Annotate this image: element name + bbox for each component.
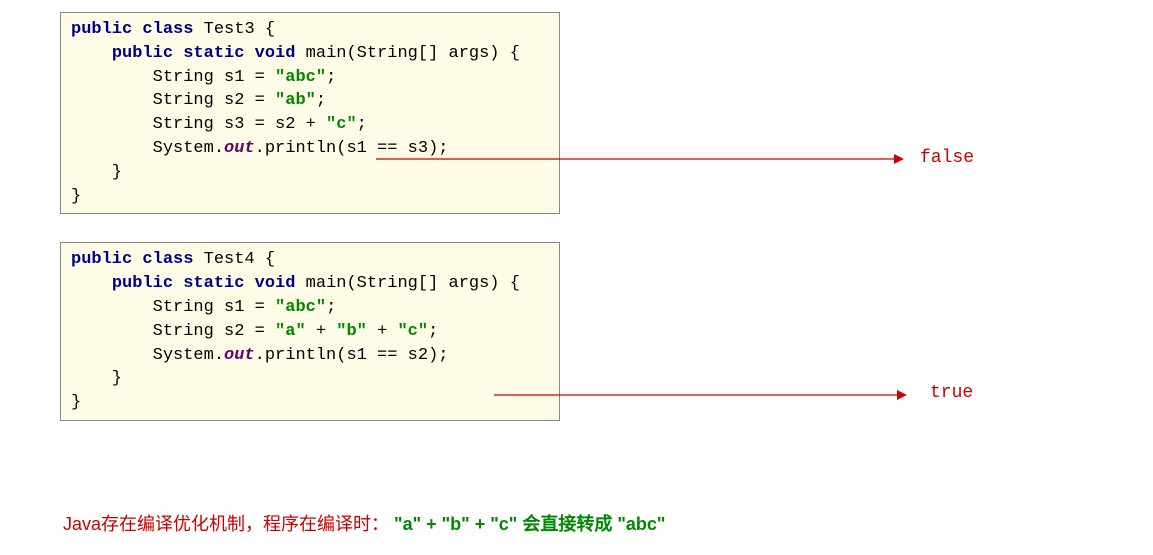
keyword-class: class — [142, 250, 193, 269]
string-literal: "ab" — [275, 91, 316, 110]
code-text: main(String[] args) { — [295, 44, 519, 63]
code-text: String s2 = — [71, 91, 275, 110]
result-label-false: false — [920, 148, 974, 168]
keyword-void: void — [255, 44, 296, 63]
footer-literal-abc: "abc" — [617, 514, 665, 534]
footer-text-g: 会直接转成 — [517, 514, 617, 534]
string-literal: "abc" — [275, 68, 326, 87]
arrow-line-2 — [494, 388, 909, 402]
code-text: System. — [71, 139, 224, 158]
footer-literal-c: "c" — [490, 514, 517, 534]
code-text: main(String[] args) { — [295, 274, 519, 293]
out-field: out — [224, 346, 255, 365]
keyword-void: void — [255, 274, 296, 293]
keyword-public: public — [71, 20, 132, 39]
code-block-test3: public class Test3 { public static void … — [60, 12, 560, 214]
out-field: out — [224, 139, 255, 158]
string-literal: "abc" — [275, 298, 326, 317]
footer-literal-a: "a" — [394, 514, 421, 534]
footer-note: Java存在编译优化机制，程序在编译时： "a" + "b" + "c" 会直接… — [63, 510, 665, 536]
code-text: String s2 = — [71, 322, 275, 341]
content-container: public class Test3 { public static void … — [60, 12, 560, 421]
code-block-test4: public class Test4 { public static void … — [60, 242, 560, 421]
code-text: } — [71, 369, 122, 388]
footer-text-a: Java存在编译优化机制，程序在编译时： — [63, 514, 394, 534]
footer-literal-b: "b" — [442, 514, 470, 534]
code-text: String s1 = — [71, 68, 275, 87]
code-text: String s3 = s2 + — [71, 115, 326, 134]
string-literal: "c" — [397, 322, 428, 341]
code-text: System. — [71, 346, 224, 365]
code-text: } — [71, 393, 81, 412]
string-literal: "b" — [336, 322, 367, 341]
code-text: Test4 { — [193, 250, 275, 269]
code-text: String s1 = — [71, 298, 275, 317]
result-label-true: true — [930, 383, 973, 403]
code-text: } — [71, 187, 81, 206]
code-text: } — [71, 163, 122, 182]
code-text: .println(s1 == s2); — [255, 346, 449, 365]
keyword-public: public — [112, 44, 173, 63]
keyword-static: static — [183, 274, 244, 293]
keyword-static: static — [183, 44, 244, 63]
string-literal: "a" — [275, 322, 306, 341]
keyword-public: public — [112, 274, 173, 293]
code-text: Test3 { — [193, 20, 275, 39]
arrow-line-1 — [376, 152, 906, 166]
keyword-public: public — [71, 250, 132, 269]
keyword-class: class — [142, 20, 193, 39]
string-literal: "c" — [326, 115, 357, 134]
